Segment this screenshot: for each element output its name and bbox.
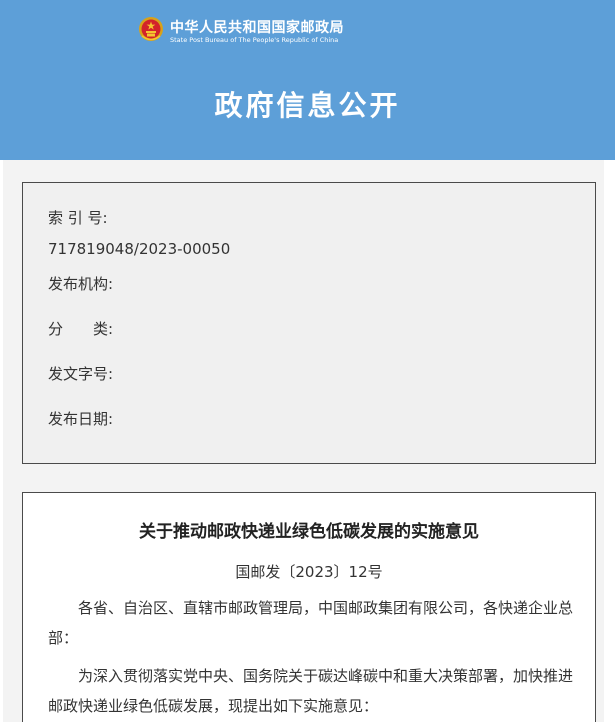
logo-org-name-cn: 中华人民共和国国家邮政局 [170, 20, 344, 36]
site-header: 中华人民共和国国家邮政局 State Post Bureau of The Pe… [0, 0, 615, 160]
logo-org-name-en: State Post Bureau of The People's Republ… [170, 36, 339, 44]
document-metadata-panel: 索 引 号: 717819048/2023-00050 发布机构: 分 类: 发… [22, 182, 596, 464]
document-paragraph: 各省、自治区、直辖市邮政管理局，中国邮政集团有限公司，各快递企业总部： [48, 599, 574, 647]
index-value: 717819048/2023-00050 [48, 240, 231, 258]
right-margin [604, 160, 615, 722]
page: 中华人民共和国国家邮政局 State Post Bureau of The Pe… [0, 0, 615, 722]
page-title: 政府信息公开 [214, 89, 401, 122]
category-label: 分 类: [48, 320, 114, 338]
publisher-label: 发布机构: [48, 275, 114, 293]
document-paragraph: 为深入贯彻落实党中央、国务院关于碳达峰碳中和重大决策部署，加快推进邮政快递业绿色… [48, 667, 574, 715]
left-margin [0, 160, 3, 722]
document-body: 关于推动邮政快递业绿色低碳发展的实施意见 国邮发〔2023〕12号 各省、自治区… [22, 492, 596, 722]
national-emblem-icon [139, 17, 163, 41]
document-title: 关于推动邮政快递业绿色低碳发展的实施意见 [139, 522, 479, 542]
document-number: 国邮发〔2023〕12号 [235, 563, 383, 581]
index-label: 索 引 号: [48, 209, 108, 227]
doc-number-label: 发文字号: [48, 365, 114, 383]
publish-date-label: 发布日期: [48, 410, 114, 428]
site-logo[interactable]: 中华人民共和国国家邮政局 State Post Bureau of The Pe… [138, 13, 348, 49]
